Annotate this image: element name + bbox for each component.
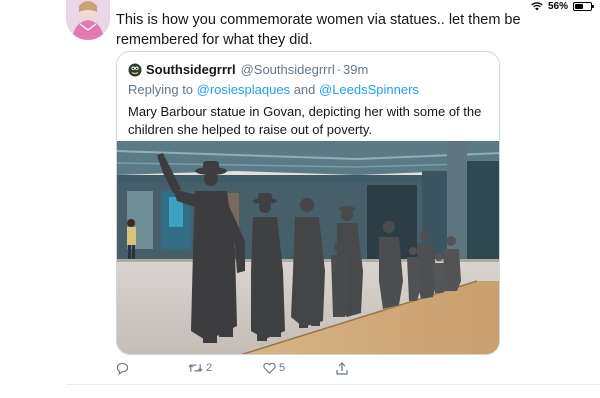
- quoted-tweet-text: Mary Barbour statue in Govan, depicting …: [128, 104, 482, 137]
- replying-to-and: and: [290, 82, 319, 97]
- time-separator: ·: [336, 62, 342, 77]
- mention-rosiesplaques[interactable]: @rosiesplaques: [197, 82, 290, 97]
- battery-tip: [592, 5, 594, 8]
- replying-to-label: Replying to: [128, 82, 197, 97]
- share-button[interactable]: [336, 362, 348, 375]
- statue-photo[interactable]: [117, 141, 500, 355]
- retweet-icon: [188, 364, 203, 372]
- quoted-user-handle[interactable]: @Southsidegrrrl: [241, 62, 335, 77]
- like-icon: [263, 362, 276, 374]
- tweet-divider: [66, 384, 600, 385]
- avatar-illustration: [66, 0, 110, 40]
- replying-to-line: Replying to @rosiesplaques and @LeedsSpi…: [128, 82, 419, 97]
- retweet-button[interactable]: 2: [188, 362, 212, 374]
- tweet-actions: 2 5: [116, 362, 366, 380]
- reply-icon: [116, 362, 129, 375]
- quoted-tweet-card[interactable]: Southsidegrrrl @Southsidegrrrl · 39m Rep…: [116, 51, 500, 355]
- like-button[interactable]: 5: [263, 362, 285, 374]
- tweet-text: This is how you commemorate women via st…: [116, 12, 521, 48]
- mention-leedsspinners[interactable]: @LeedsSpinners: [319, 82, 419, 97]
- quoted-user-name[interactable]: Southsidegrrrl: [146, 62, 236, 77]
- reply-button[interactable]: [116, 362, 129, 375]
- quoted-tweet-time[interactable]: 39m: [343, 62, 368, 77]
- like-count: 5: [279, 362, 286, 374]
- share-icon: [336, 362, 348, 375]
- retweet-count: 2: [206, 362, 213, 374]
- battery-fill: [575, 4, 584, 9]
- avatar[interactable]: [66, 0, 110, 40]
- quoted-tweet-header: Southsidegrrrl @Southsidegrrrl · 39m: [128, 62, 368, 77]
- quoted-user-avatar[interactable]: [128, 63, 142, 77]
- next-tweet-partial: [66, 391, 600, 398]
